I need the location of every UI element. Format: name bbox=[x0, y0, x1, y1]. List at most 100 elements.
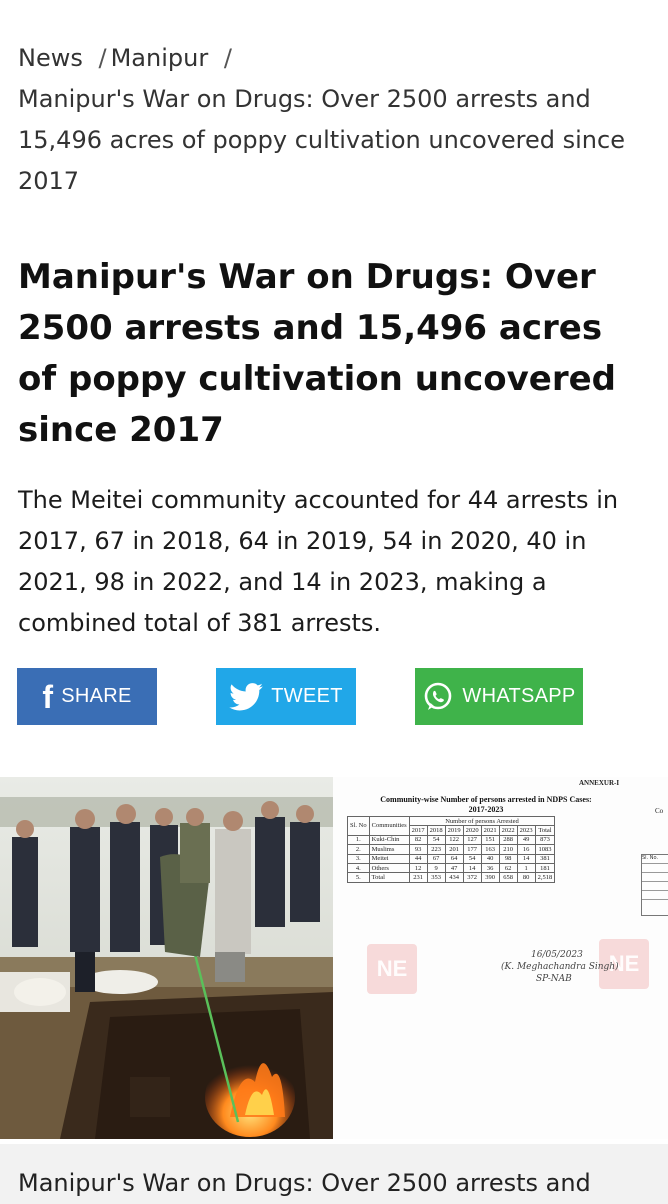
table-cell: 47 bbox=[444, 862, 464, 874]
signature-title: SP-NAB bbox=[536, 974, 572, 984]
table-cell: 210 bbox=[498, 844, 518, 855]
twitter-tweet-label: TWEET bbox=[271, 685, 343, 707]
table-cell: 434 bbox=[444, 872, 464, 883]
table-cell-sl: 5. bbox=[347, 872, 370, 883]
breadcrumb-separator: / bbox=[98, 44, 107, 72]
table-cell: 49 bbox=[516, 834, 536, 846]
table-cell: 390 bbox=[480, 872, 500, 883]
table-cell: 122 bbox=[444, 834, 464, 846]
table-year-cell: 2018 bbox=[426, 825, 446, 836]
table-cell: 54 bbox=[462, 853, 482, 864]
table-cell-sl: 1. bbox=[347, 834, 370, 846]
table-cell: 36 bbox=[480, 862, 500, 874]
whatsapp-share-button[interactable]: WHATSAPP bbox=[415, 668, 583, 725]
table-cell: 54 bbox=[426, 834, 446, 846]
image-caption: Manipur's War on Drugs: Over 2500 arrest… bbox=[0, 1144, 668, 1204]
table-cell: 62 bbox=[498, 862, 518, 874]
document-title: Community-wise Number of persons arreste… bbox=[347, 795, 625, 815]
table-cell: 658 bbox=[498, 872, 518, 883]
whatsapp-share-label: WHATSAPP bbox=[462, 685, 576, 707]
table-header-communities: Communities bbox=[368, 816, 410, 836]
table-cell: 223 bbox=[426, 844, 446, 855]
table-year-cell: 2019 bbox=[444, 825, 464, 836]
table-year-cell: 2020 bbox=[462, 825, 482, 836]
table-year-cell: 2017 bbox=[408, 825, 428, 836]
table-row: 2. Muslims 93 223 201 177 163 210 16 108… bbox=[347, 844, 556, 855]
table-cell: 231 bbox=[408, 872, 428, 883]
table-year-cell: 2021 bbox=[480, 825, 500, 836]
table-row: 1. Kuki-Chin 82 54 122 127 151 288 49 87… bbox=[347, 834, 556, 846]
table-cell: 151 bbox=[480, 834, 500, 846]
table-year-cell: 2023 bbox=[516, 825, 536, 836]
table-cell: 67 bbox=[426, 853, 446, 864]
table-cell-community: Kuki-Chin bbox=[368, 834, 410, 846]
table-cell-community: Meitei bbox=[368, 853, 410, 864]
table-row: 3. Meitei 44 67 64 54 40 98 14 381 bbox=[347, 853, 556, 864]
document-title-line2: 2017-2023 bbox=[468, 805, 504, 814]
table-cell: 2,518 bbox=[534, 872, 556, 883]
article-image: ANNEXUR-I Community-wise Number of perso… bbox=[0, 777, 668, 1139]
table-cell: 44 bbox=[408, 853, 428, 864]
photo-illustration bbox=[0, 777, 333, 1139]
table-row: 4. Others 12 9 47 14 36 62 1 181 bbox=[347, 862, 556, 874]
table-cell-community: Total bbox=[368, 872, 410, 883]
table-row: 5. Total 231 353 434 372 390 658 80 2,51… bbox=[347, 872, 556, 883]
image-caption-text: Manipur's War on Drugs: Over 2500 arrest… bbox=[18, 1169, 591, 1197]
table-cell: 93 bbox=[408, 844, 428, 855]
signature-name: (K. Meghachandra Singh) bbox=[501, 962, 619, 972]
table-cell: 381 bbox=[534, 853, 556, 864]
twitter-tweet-button[interactable]: TWEET bbox=[216, 668, 356, 725]
table-cell: 98 bbox=[498, 853, 518, 864]
signature-date: 16/05/2023 bbox=[531, 950, 583, 960]
breadcrumb-manipur-link[interactable]: Manipur bbox=[111, 44, 209, 72]
table-cell: 1083 bbox=[534, 844, 556, 855]
whatsapp-icon bbox=[425, 682, 452, 710]
breadcrumb-separator: / bbox=[223, 44, 232, 72]
document-title-line1: Community-wise Number of persons arreste… bbox=[380, 795, 592, 804]
table-cell: 16 bbox=[516, 844, 536, 855]
table-year-cell: 2022 bbox=[498, 825, 518, 836]
table-cell: 82 bbox=[408, 834, 428, 846]
facebook-icon: f bbox=[42, 678, 54, 715]
table-cell: 873 bbox=[534, 834, 556, 846]
table-cell-sl: 3. bbox=[347, 853, 370, 864]
table-header-sl: Sl. No bbox=[347, 816, 370, 836]
table-cell: 127 bbox=[462, 834, 482, 846]
table-cell: 80 bbox=[516, 872, 536, 883]
table-cell: 177 bbox=[462, 844, 482, 855]
signature-block: 16/05/2023 (K. Meghachandra Singh) SP-NA… bbox=[501, 949, 619, 985]
table-cell: 163 bbox=[480, 844, 500, 855]
document-right-table-fragment: Sl. No. bbox=[641, 854, 668, 916]
article-headline: Manipur's War on Drugs: Over 2500 arrest… bbox=[18, 257, 617, 450]
breadcrumb-current-page: Manipur's War on Drugs: Over 2500 arrest… bbox=[18, 85, 625, 195]
table-cell: 14 bbox=[516, 853, 536, 864]
table-cell: 181 bbox=[534, 862, 556, 874]
table-cell: 353 bbox=[426, 872, 446, 883]
table-cell-community: Muslims bbox=[368, 844, 410, 855]
arrests-table: Sl. No Communities Number of persons Arr… bbox=[347, 815, 556, 883]
table-cell: 372 bbox=[462, 872, 482, 883]
facebook-share-button[interactable]: f SHARE bbox=[17, 668, 157, 725]
table-cell: 14 bbox=[462, 862, 482, 874]
document-right-fragment: Co bbox=[655, 807, 664, 815]
facebook-share-label: SHARE bbox=[61, 685, 132, 707]
table-header-row: Sl. No Communities Number of persons Arr… bbox=[347, 815, 556, 836]
table-cell: 1 bbox=[516, 862, 536, 874]
table-cell: 201 bbox=[444, 844, 464, 855]
table-year-cell: Total bbox=[534, 825, 556, 836]
breadcrumb: News / Manipur / Manipur's War on Drugs: … bbox=[18, 38, 648, 202]
table-cell: 12 bbox=[408, 862, 428, 874]
twitter-bird-icon bbox=[229, 682, 264, 710]
breadcrumb-news-link[interactable]: News bbox=[18, 44, 83, 72]
mini-table-header: Sl. No. bbox=[642, 855, 668, 864]
table-cell-sl: 2. bbox=[347, 844, 370, 855]
table-cell: 64 bbox=[444, 853, 464, 864]
table-header-group: Number of persons Arrested bbox=[408, 815, 556, 827]
table-cell-community: Others bbox=[368, 862, 410, 874]
arrest-data-document: ANNEXUR-I Community-wise Number of perso… bbox=[333, 777, 668, 1139]
watermark-logo: NE bbox=[367, 944, 417, 994]
drug-destruction-photo bbox=[0, 777, 333, 1139]
table-cell: 9 bbox=[426, 862, 446, 874]
table-cell-sl: 4. bbox=[347, 862, 370, 874]
document-annex-label: ANNEXUR-I bbox=[579, 779, 620, 787]
